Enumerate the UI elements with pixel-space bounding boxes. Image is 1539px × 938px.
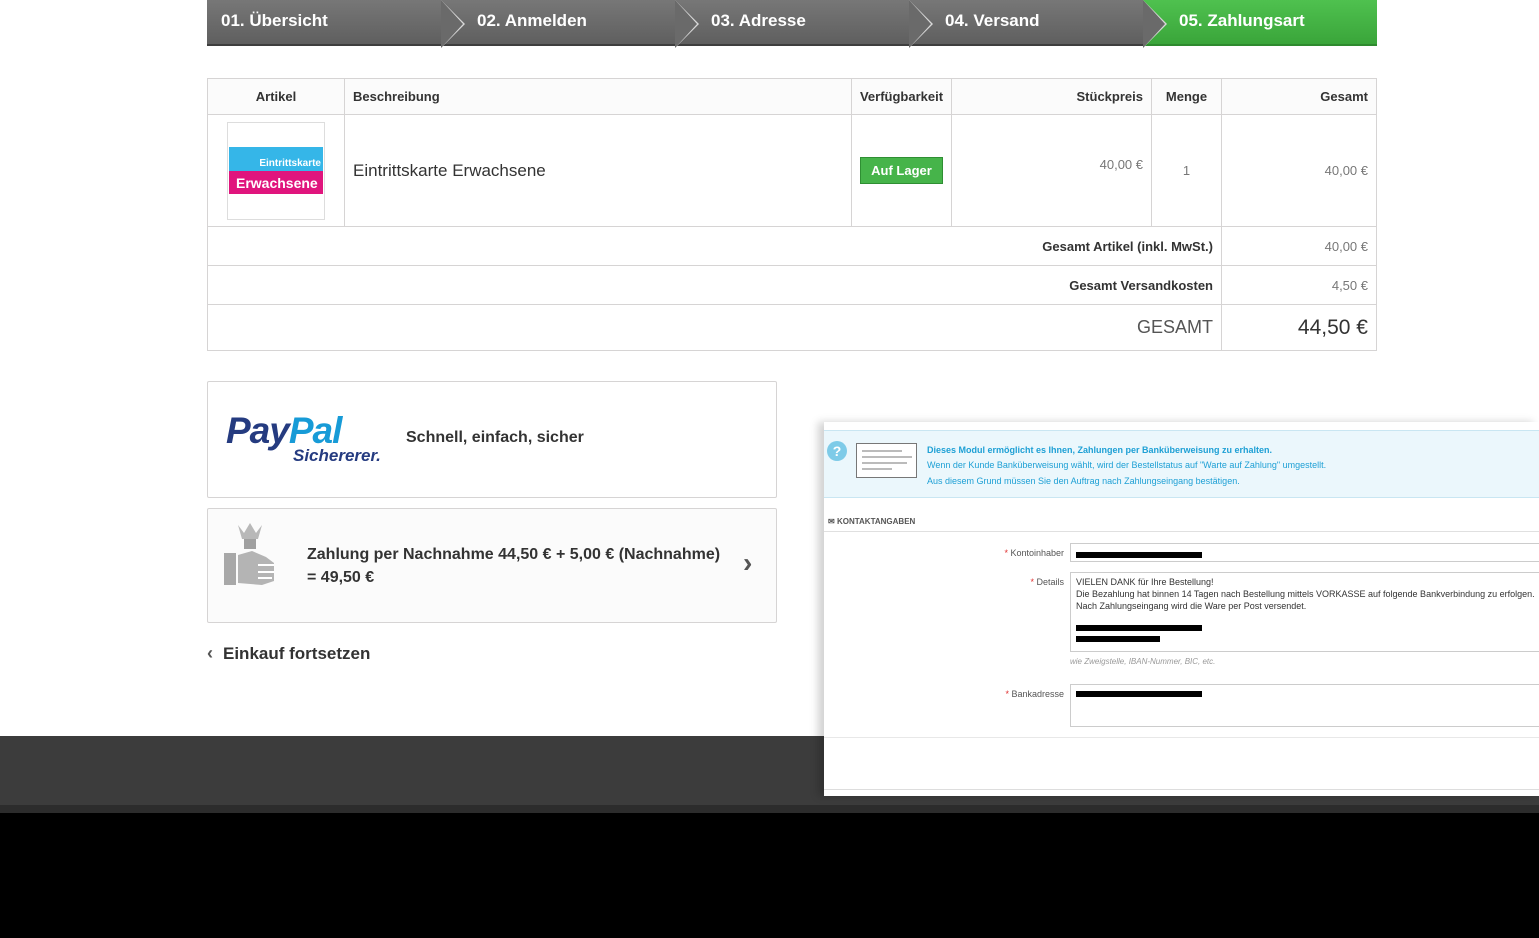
- info-line: Aus diesem Grund müssen Sie den Auftrag …: [927, 476, 1240, 486]
- product-image-cell: Eintrittskarte Erwachsene: [207, 114, 345, 227]
- cart-table: Artikel Beschreibung Verfügbarkeit Stück…: [207, 78, 1377, 351]
- redaction: [1076, 691, 1202, 697]
- header-description: Beschreibung: [344, 78, 852, 115]
- info-line: Dieses Modul ermöglicht es Ihnen, Zahlun…: [927, 445, 1273, 455]
- product-description[interactable]: Eintrittskarte Erwachsene: [344, 114, 852, 227]
- details-field[interactable]: VIELEN DANK für Ihre Bestellung! Die Bez…: [1070, 572, 1539, 652]
- section-title: ✉ KONTAKTANGABEN: [828, 517, 916, 526]
- admin-bankwire-screenshot: ? Dieses Modul ermöglicht es Ihnen, Zahl…: [824, 422, 1539, 796]
- line-total: 40,00 €: [1221, 114, 1377, 227]
- help-icon: ?: [827, 441, 847, 461]
- footer-bottom-bar: [0, 805, 1539, 813]
- header-unit-price: Stückpreis: [951, 78, 1152, 115]
- grand-total-value: 44,50 €: [1221, 304, 1377, 351]
- continue-shopping-link[interactable]: ‹ Einkauf fortsetzen: [207, 643, 370, 664]
- redaction: [1076, 636, 1160, 642]
- summary-shipping-row: Gesamt Versandkosten 4,50 €: [207, 265, 1377, 305]
- details-hint: wie Zweigstelle, IBAN-Nummer, BIC, etc.: [1070, 657, 1216, 666]
- header-total: Gesamt: [1221, 78, 1377, 115]
- table-row: Eintrittskarte Erwachsene Eintrittskarte…: [207, 114, 1377, 227]
- availability-badge: Auf Lager: [860, 157, 943, 184]
- quantity: 1: [1151, 114, 1222, 227]
- details-label: * Details: [1030, 577, 1064, 587]
- step-label: 03. Adresse: [711, 11, 806, 30]
- step-payment: 05. Zahlungsart: [1143, 0, 1377, 46]
- grand-total-label: GESAMT: [207, 304, 1222, 351]
- owner-label: * Kontoinhaber: [1004, 548, 1064, 558]
- bank-address-label: * Bankadresse: [1005, 689, 1064, 699]
- step-login[interactable]: 02. Anmelden: [441, 0, 699, 48]
- product-image-text: Eintrittskarte: [259, 157, 321, 169]
- step-label: 02. Anmelden: [477, 11, 587, 30]
- step-label: 01. Übersicht: [221, 11, 328, 30]
- summary-products-value: 40,00 €: [1221, 226, 1377, 266]
- checkout-page: 01. Übersicht 02. Anmelden 03. Adresse 0…: [0, 0, 1539, 813]
- summary-total-row: GESAMT 44,50 €: [207, 304, 1377, 351]
- product-image[interactable]: Eintrittskarte Erwachsene: [227, 121, 325, 220]
- step-label: 04. Versand: [945, 11, 1040, 30]
- header-article: Artikel: [207, 78, 345, 115]
- chevron-right-icon: ›: [743, 547, 753, 578]
- bank-address-field[interactable]: [1070, 684, 1539, 727]
- unit-price: 40,00 €: [951, 114, 1152, 227]
- summary-products-row: Gesamt Artikel (inkl. MwSt.) 40,00 €: [207, 226, 1377, 266]
- step-address[interactable]: 03. Adresse: [675, 0, 933, 48]
- step-shipping[interactable]: 04. Versand: [909, 0, 1167, 48]
- table-header-row: Artikel Beschreibung Verfügbarkeit Stück…: [207, 78, 1377, 115]
- availability-cell: Auf Lager: [851, 114, 952, 227]
- product-image-text: Erwachsene: [236, 174, 318, 191]
- info-line: Wenn der Kunde Banküberweisung wählt, wi…: [927, 460, 1327, 470]
- redaction: [1076, 625, 1202, 631]
- cod-description: Zahlung per Nachnahme 44,50 € + 5,00 € (…: [307, 546, 721, 586]
- module-thumbnail: [856, 443, 917, 478]
- redaction: [1076, 552, 1202, 558]
- chevron-left-icon: ‹: [207, 643, 213, 663]
- step-overview[interactable]: 01. Übersicht: [207, 0, 465, 48]
- checkout-steps: 01. Übersicht 02. Anmelden 03. Adresse 0…: [207, 0, 1377, 48]
- step-label: 05. Zahlungsart: [1179, 11, 1305, 30]
- owner-field[interactable]: [1070, 543, 1539, 562]
- module-info-panel: ? Dieses Modul ermöglicht es Ihnen, Zahl…: [824, 430, 1539, 498]
- paypal-logo: PayPal Sichererer.: [226, 410, 381, 465]
- header-availability: Verfügbarkeit: [851, 78, 952, 115]
- cash-hand-icon: [224, 523, 274, 585]
- cod-payment-option[interactable]: Zahlung per Nachnahme 44,50 € + 5,00 € (…: [207, 508, 777, 623]
- summary-shipping-value: 4,50 €: [1221, 265, 1377, 305]
- header-quantity: Menge: [1151, 78, 1222, 115]
- paypal-payment-option[interactable]: PayPal Sichererer. Schnell, einfach, sic…: [207, 381, 777, 498]
- paypal-tagline: Schnell, einfach, sicher: [406, 429, 584, 446]
- summary-products-label: Gesamt Artikel (inkl. MwSt.): [207, 226, 1222, 266]
- summary-shipping-label: Gesamt Versandkosten: [207, 265, 1222, 305]
